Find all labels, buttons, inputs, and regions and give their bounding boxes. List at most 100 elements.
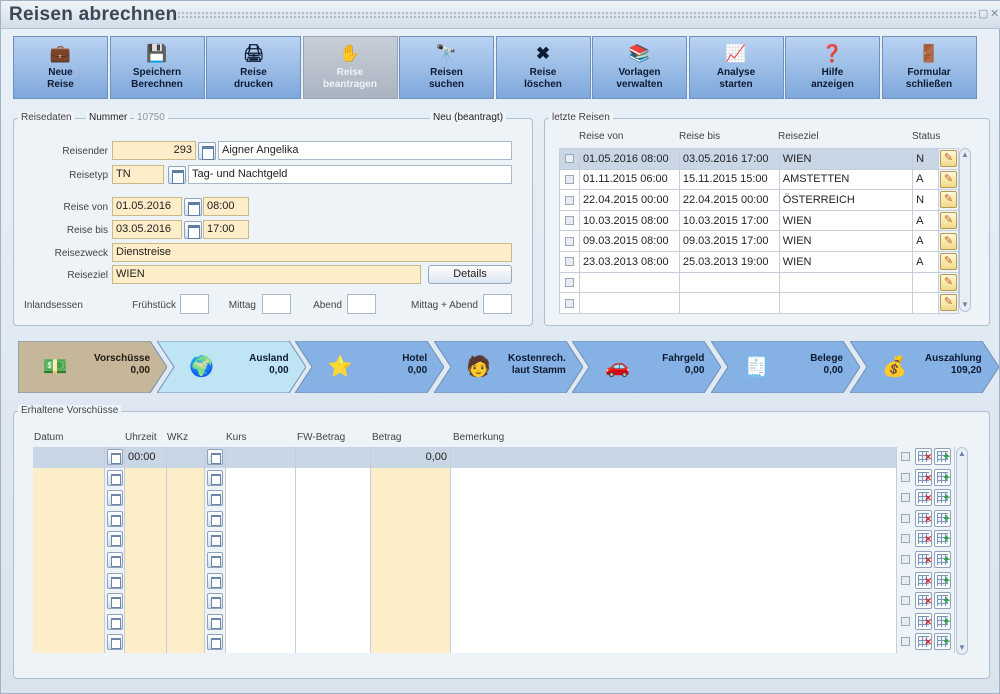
- step-0[interactable]: 💵 Vorschüsse 0,00: [18, 341, 167, 393]
- bemerkung-cell[interactable]: [451, 591, 897, 612]
- toolbar-button-4[interactable]: 🔭 Reisen suchen: [399, 36, 494, 99]
- pencil-icon[interactable]: ✎: [939, 191, 957, 209]
- betrag-cell[interactable]: [371, 508, 451, 530]
- reise-von-date-field[interactable]: 01.05.2016: [112, 197, 182, 216]
- wkz-cell[interactable]: [167, 529, 205, 550]
- pencil-icon[interactable]: ✎: [939, 294, 957, 312]
- row-checkbox[interactable]: [901, 596, 910, 606]
- fruehstueck-field[interactable]: [180, 294, 209, 314]
- currency-lookup-icon[interactable]: [207, 613, 223, 630]
- calendar-icon[interactable]: [107, 510, 123, 527]
- toolbar-button-5[interactable]: ✖ Reise löschen: [495, 36, 591, 99]
- kurs-cell[interactable]: [226, 591, 296, 612]
- toolbar-button-9[interactable]: 🚪 Formular schließen: [881, 36, 977, 99]
- wkz-cell[interactable]: [167, 611, 205, 633]
- scroll-up-icon[interactable]: ▲: [960, 150, 970, 160]
- fw-betrag-cell[interactable]: [296, 467, 371, 489]
- mittag-field[interactable]: [262, 294, 291, 314]
- row-checkbox[interactable]: [564, 174, 574, 184]
- wkz-cell[interactable]: [167, 591, 205, 612]
- minimize-icon[interactable]: ▢: [978, 7, 988, 20]
- step-5[interactable]: 🧾 Belege 0,00: [711, 341, 860, 393]
- vorschuesse-scrollbar[interactable]: ▲ ▼: [956, 447, 968, 655]
- reiseziel-field[interactable]: WIEN: [112, 265, 421, 284]
- table-row[interactable]: [33, 611, 955, 633]
- datum-cell[interactable]: [33, 529, 105, 550]
- step-2[interactable]: ⭐ Hotel 0,00: [295, 341, 445, 393]
- kurs-cell[interactable]: [226, 632, 296, 653]
- add-row-icon[interactable]: [934, 591, 951, 611]
- delete-row-icon[interactable]: [915, 571, 932, 591]
- table-row[interactable]: [33, 550, 955, 571]
- row-checkbox[interactable]: [564, 298, 574, 308]
- betrag-cell[interactable]: [371, 632, 451, 653]
- betrag-cell[interactable]: 0,00: [371, 447, 451, 468]
- calendar-icon[interactable]: [107, 552, 123, 568]
- bemerkung-cell[interactable]: [451, 447, 897, 468]
- table-row[interactable]: 01.05.2016 08:00 03.05.2016 17:00 WIEN N ✎: [559, 148, 960, 170]
- scroll-down-icon[interactable]: ▼: [960, 300, 970, 310]
- table-row[interactable]: [33, 467, 955, 489]
- step-3[interactable]: 🧑 Kostenrech. laut Stamm: [433, 341, 583, 393]
- fw-betrag-cell[interactable]: [296, 591, 371, 612]
- calendar-icon[interactable]: [107, 613, 123, 630]
- bemerkung-cell[interactable]: [451, 508, 897, 530]
- toolbar-button-8[interactable]: ❓ Hilfe anzeigen: [785, 36, 880, 99]
- row-checkbox[interactable]: [901, 616, 910, 626]
- currency-lookup-icon[interactable]: [207, 552, 223, 568]
- uhrzeit-cell[interactable]: [125, 508, 167, 530]
- wkz-cell[interactable]: [167, 447, 205, 468]
- wkz-cell[interactable]: [167, 467, 205, 489]
- delete-row-icon[interactable]: [915, 468, 932, 488]
- toolbar-button-6[interactable]: 📚 Vorlagen verwalten: [592, 36, 687, 99]
- reisetyp-name-field[interactable]: Tag- und Nachtgeld: [188, 165, 512, 184]
- row-checkbox[interactable]: [901, 452, 910, 461]
- kurs-cell[interactable]: [226, 508, 296, 530]
- row-checkbox[interactable]: [564, 277, 574, 287]
- fw-betrag-cell[interactable]: [296, 508, 371, 530]
- currency-lookup-icon[interactable]: [207, 449, 223, 465]
- currency-lookup-icon[interactable]: [207, 634, 223, 651]
- reisender-name-field[interactable]: Aigner Angelika: [218, 141, 512, 160]
- delete-row-icon[interactable]: [915, 509, 932, 529]
- fw-betrag-cell[interactable]: [296, 611, 371, 633]
- add-row-icon[interactable]: [934, 529, 951, 549]
- table-row[interactable]: 00:00 0,00: [33, 447, 955, 468]
- kurs-cell[interactable]: [226, 611, 296, 633]
- delete-row-icon[interactable]: [915, 550, 932, 570]
- wkz-cell[interactable]: [167, 550, 205, 571]
- datum-cell[interactable]: [33, 467, 105, 489]
- table-row[interactable]: [33, 488, 955, 509]
- fw-betrag-cell[interactable]: [296, 570, 371, 592]
- bemerkung-cell[interactable]: [451, 570, 897, 592]
- table-row[interactable]: [33, 508, 955, 530]
- wkz-cell[interactable]: [167, 632, 205, 653]
- kurs-cell[interactable]: [226, 550, 296, 571]
- bemerkung-cell[interactable]: [451, 467, 897, 489]
- row-checkbox[interactable]: [901, 513, 910, 523]
- calendar-icon[interactable]: [107, 449, 123, 465]
- row-checkbox[interactable]: [901, 534, 910, 544]
- datum-cell[interactable]: [33, 508, 105, 530]
- add-row-icon[interactable]: [934, 447, 951, 467]
- add-row-icon[interactable]: [934, 488, 951, 508]
- step-4[interactable]: 🚗 Fahrgeld 0,00: [572, 341, 722, 393]
- pencil-icon[interactable]: ✎: [939, 150, 957, 168]
- bemerkung-cell[interactable]: [451, 611, 897, 633]
- add-row-icon[interactable]: [934, 571, 951, 591]
- uhrzeit-cell[interactable]: [125, 550, 167, 571]
- currency-lookup-icon[interactable]: [207, 510, 223, 527]
- betrag-cell[interactable]: [371, 467, 451, 489]
- pencil-icon[interactable]: ✎: [939, 212, 957, 230]
- kurs-cell[interactable]: [226, 488, 296, 509]
- pencil-icon[interactable]: ✎: [939, 273, 957, 291]
- table-row[interactable]: 23.03.2013 08:00 25.03.2013 19:00 WIEN A ✎: [559, 250, 960, 273]
- delete-row-icon[interactable]: [915, 612, 932, 632]
- details-button[interactable]: Details: [428, 265, 512, 284]
- row-checkbox[interactable]: [901, 555, 910, 564]
- kurs-cell[interactable]: [226, 447, 296, 468]
- calendar-icon[interactable]: [107, 572, 123, 589]
- row-checkbox[interactable]: [564, 257, 574, 267]
- toolbar-button-2[interactable]: 🖨 Reise drucken: [206, 36, 301, 99]
- step-6[interactable]: 💰 Auszahlung 109,20: [849, 341, 999, 393]
